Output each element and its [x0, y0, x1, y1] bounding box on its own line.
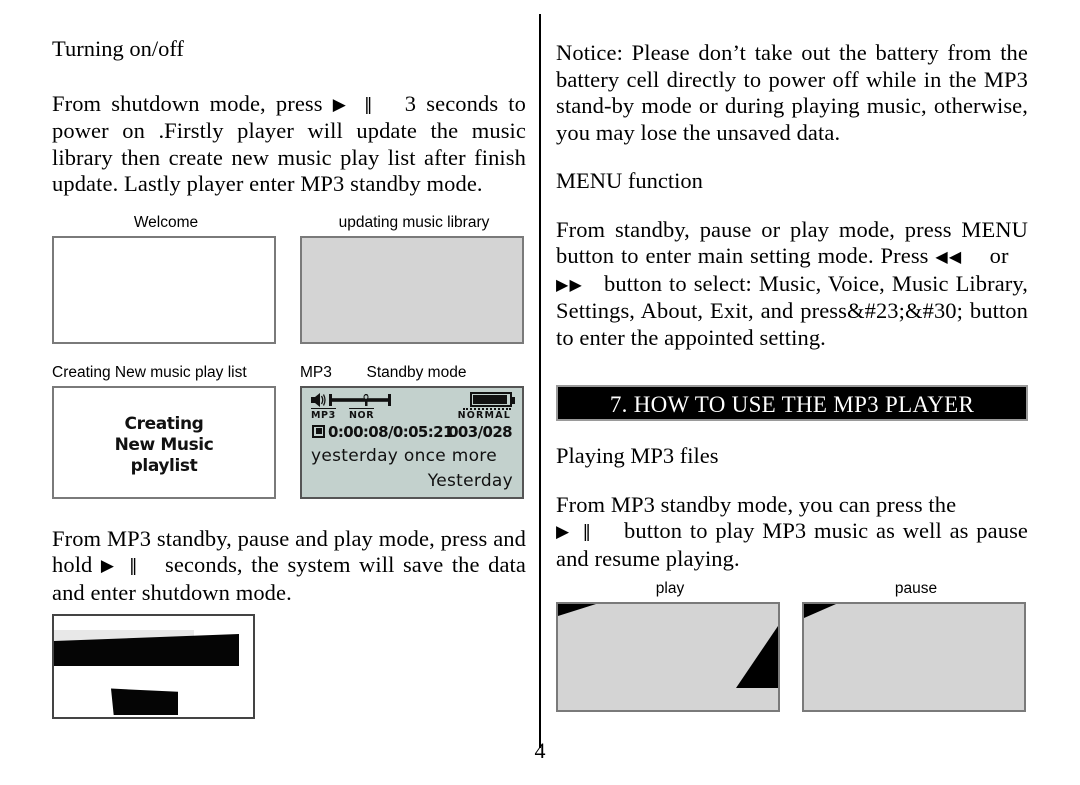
figure-row-creating-standby: Creating New music play list Creating Ne…: [52, 364, 526, 506]
standby-caption-mode: Standby mode: [366, 363, 467, 381]
figure-pause: pause: [802, 580, 1030, 712]
shutdown-paragraph: From MP3 standby, pause and play mode, p…: [52, 526, 526, 607]
figure-welcome: Welcome: [52, 214, 280, 344]
playing-text-part-1: From MP3 standby mode, you can press the: [556, 491, 957, 517]
shutdown-screenshot: [52, 614, 255, 719]
playing-mp3-paragraph: From MP3 standby mode, you can press the…: [556, 492, 1028, 573]
right-column: Notice: Please don’t take out the batter…: [556, 40, 1030, 712]
left-column: Turning on/off From shutdown mode, press…: [52, 36, 526, 719]
play-pause-glyph-icon-2: ▶ ‖: [100, 556, 140, 576]
speaker-icon: [311, 392, 326, 407]
column-divider: [539, 14, 541, 748]
rewind-glyph-icon: ◀◀: [935, 247, 963, 266]
turning-on-off-heading: Turning on/off: [52, 36, 184, 61]
pause-screenshot: [802, 602, 1026, 712]
standby-lcd-screenshot: MP3 NOR NORMAL 0:00:08/0:05:21 003/028 y…: [300, 385, 524, 499]
page-number: 4: [534, 738, 546, 763]
menu-function-heading: MENU function: [556, 168, 703, 193]
turning-on-off-paragraph: From shutdown mode, press ▶ ‖ 3 seconds …: [52, 91, 526, 198]
play-screenshot: [556, 602, 780, 712]
lcd-time-display: 0:00:08/0:05:21: [328, 422, 453, 441]
creating-playlist-caption: Creating New music play list: [52, 363, 247, 381]
stop-icon: [312, 424, 325, 438]
creating-screen-line-3: playlist: [130, 455, 198, 476]
playing-text-part-2: button to play MP3 music as well as paus…: [556, 518, 1029, 571]
updating-library-caption: updating music library: [338, 213, 490, 231]
volume-slider-icon: [329, 393, 391, 406]
menu-text-part-2: button to select: Music, Voice, Music Li…: [556, 270, 1028, 350]
creating-playlist-screenshot: Creating New Music playlist: [52, 385, 276, 499]
notice-paragraph: Notice: Please don’t take out the batter…: [556, 40, 1028, 145]
section-header-bar: 7. HOW TO USE THE MP3 PLAYER: [556, 385, 1028, 421]
figure-row-welcome-updating: Welcome updating music library: [52, 214, 526, 350]
pause-caption: pause: [894, 580, 938, 597]
figure-creating-playlist: Creating New music play list Creating Ne…: [52, 364, 280, 499]
creating-screen-line-1: Creating: [124, 413, 204, 434]
lcd-song-artist: Yesterday: [427, 470, 513, 491]
figure-row-play-pause: play pause: [556, 580, 1030, 712]
standby-caption-group: MP3 Standby mode: [300, 364, 528, 382]
paragraph-text-before-glyph: From shutdown mode, press: [52, 90, 323, 116]
menu-text-or: or: [989, 243, 1009, 268]
figure-standby-mode: MP3 Standby mode MP3 NOR NORMAL 0:00:08/…: [300, 364, 528, 499]
document-page: Turning on/off From shutdown mode, press…: [0, 0, 1080, 785]
lcd-song-title: yesterday once more: [311, 445, 497, 466]
menu-function-paragraph: From standby, pause or play mode, press …: [556, 217, 1028, 352]
fast-forward-glyph-icon: ▶▶: [556, 274, 584, 294]
standby-caption-mp3: MP3: [300, 363, 332, 381]
creating-screen-line-2: New Music: [114, 434, 214, 455]
play-pause-glyph-icon: ▶ ‖: [332, 94, 375, 115]
figure-updating-library: updating music library: [300, 214, 528, 344]
lcd-eq-mode-label: NOR: [349, 407, 375, 421]
welcome-caption: Welcome: [133, 213, 199, 231]
lcd-battery-status-label: NORMAL: [457, 409, 511, 421]
lcd-format-label: MP3: [311, 407, 336, 421]
welcome-screenshot: [52, 235, 276, 344]
figure-play: play: [556, 580, 784, 712]
play-caption: play: [655, 580, 685, 597]
lcd-track-counter: 003/028: [448, 422, 513, 441]
playing-mp3-heading: Playing MP3 files: [556, 443, 719, 468]
play-pause-glyph-icon-3: ▶ ‖: [556, 522, 594, 542]
battery-icon: [470, 391, 515, 407]
updating-library-screenshot: [300, 235, 524, 344]
